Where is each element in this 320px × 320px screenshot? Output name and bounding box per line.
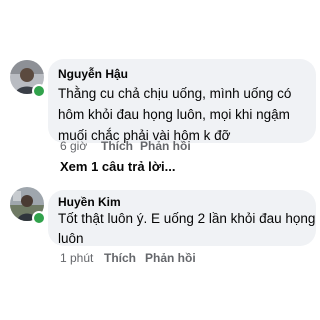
view-replies-link[interactable]: Xem 1 câu trả lời... bbox=[60, 159, 175, 174]
comment-text-line: luôn bbox=[58, 231, 84, 246]
comment-text-line: Thằng cu chả chịu uống, mình uống có bbox=[58, 86, 292, 101]
like-button[interactable]: Thích bbox=[101, 139, 133, 153]
comment-thread: Nguyễn Hậu Thằng cu chả chịu uống, mình … bbox=[0, 0, 320, 320]
comment-text-line: Tốt thật luôn ý. E uống 2 lần khỏi đau h… bbox=[58, 211, 316, 226]
comment-text-line: hôm khỏi đau họng luôn, mọi khi ngậm bbox=[58, 107, 290, 122]
reply-button[interactable]: Phản hồi bbox=[145, 251, 196, 265]
top-strip bbox=[0, 0, 320, 24]
reply-button[interactable]: Phản hồi bbox=[140, 139, 191, 153]
comment-timestamp[interactable]: 1 phút bbox=[60, 251, 93, 265]
comment-author[interactable]: Nguyễn Hậu bbox=[58, 67, 128, 81]
online-status-icon bbox=[32, 211, 46, 225]
comment-timestamp[interactable]: 6 giờ bbox=[60, 139, 87, 153]
comment-author[interactable]: Huyền Kim bbox=[58, 195, 121, 209]
online-status-icon bbox=[32, 84, 46, 98]
like-button[interactable]: Thích bbox=[104, 251, 136, 265]
